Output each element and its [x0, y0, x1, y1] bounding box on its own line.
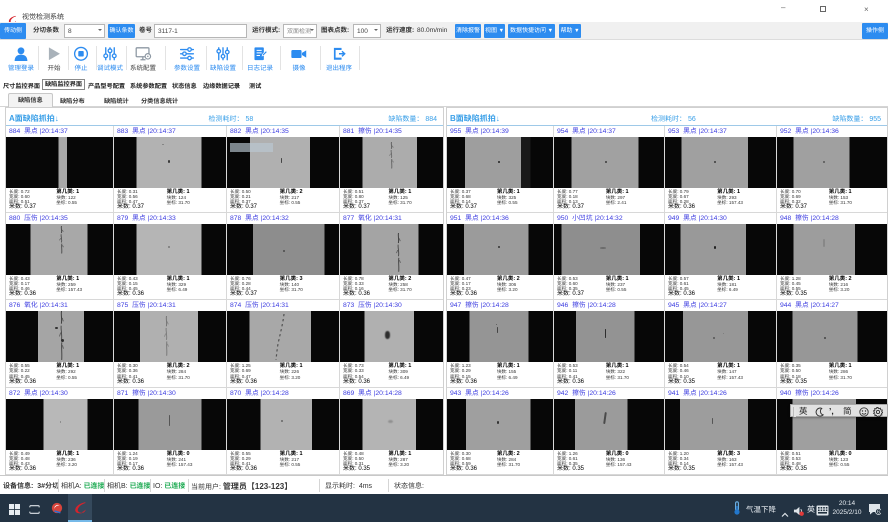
- svg-text:6: 6: [877, 510, 880, 515]
